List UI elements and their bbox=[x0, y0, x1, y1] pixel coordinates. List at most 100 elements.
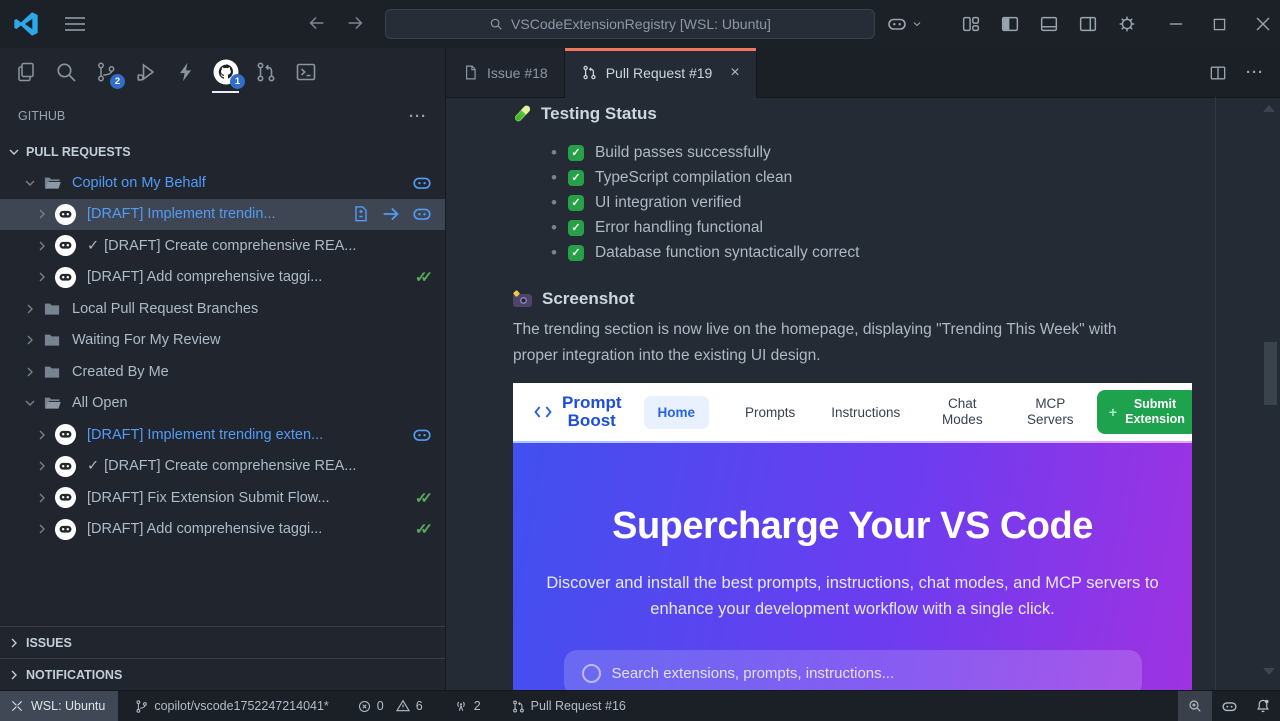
activity-search-button[interactable] bbox=[52, 54, 79, 90]
tree-item[interactable]: [DRAFT] Implement trendin... bbox=[0, 199, 445, 231]
sidebar-more-actions-button[interactable]: ··· bbox=[409, 108, 427, 125]
section-notifications[interactable]: NOTIFICATIONS bbox=[0, 658, 445, 690]
test-tube-icon bbox=[513, 105, 531, 123]
bullet-icon: • bbox=[551, 218, 557, 238]
editor-more-actions-button[interactable]: ··· bbox=[1246, 64, 1264, 81]
tree-item[interactable]: [DRAFT] Add comprehensive taggi...✓✓ bbox=[0, 262, 445, 294]
chevron-down-icon bbox=[20, 395, 40, 411]
tab-label: Issue #18 bbox=[487, 65, 548, 81]
pull-request-icon bbox=[511, 699, 526, 714]
tree-item[interactable]: ✓[DRAFT] Create comprehensive REA... bbox=[0, 451, 445, 483]
activity-run-debug-button[interactable] bbox=[132, 54, 159, 90]
tree-item[interactable]: Created By Me bbox=[0, 356, 445, 388]
activity-github-button[interactable]: 1 bbox=[212, 54, 239, 90]
split-editor-button[interactable] bbox=[1208, 63, 1228, 83]
menu-hamburger-icon[interactable] bbox=[64, 16, 86, 32]
ports-indicator[interactable]: 2 bbox=[445, 698, 489, 714]
embed-nav-mcp-servers: MCPServers bbox=[1024, 396, 1076, 428]
screenshot-heading: Screenshot bbox=[513, 289, 1280, 309]
command-center-search[interactable]: VSCodeExtensionRegistry [WSL: Ubuntu] bbox=[385, 9, 875, 39]
settings-gear-icon[interactable] bbox=[1116, 13, 1138, 35]
chevron-down-icon bbox=[6, 144, 22, 160]
folder-icon bbox=[42, 173, 62, 193]
tree-item[interactable]: [DRAFT] Fix Extension Submit Flow...✓✓ bbox=[0, 482, 445, 514]
toggle-panel-button[interactable] bbox=[1038, 13, 1060, 35]
zoom-indicator[interactable] bbox=[1178, 691, 1212, 721]
window-close-button[interactable] bbox=[1256, 17, 1270, 31]
copilot-avatar bbox=[54, 486, 77, 509]
notifications-bell-button[interactable] bbox=[1246, 691, 1280, 721]
checked-checkbox-icon: ✓ bbox=[568, 170, 584, 186]
copilot-status-button[interactable] bbox=[1212, 691, 1246, 721]
copilot-avatar bbox=[54, 266, 77, 289]
embed-nav-home: Home bbox=[644, 396, 710, 429]
branch-indicator[interactable]: copilot/vscode1752247214041* bbox=[126, 699, 336, 714]
tab-close-button[interactable]: × bbox=[730, 64, 739, 82]
window-minimize-button[interactable] bbox=[1169, 17, 1183, 31]
scrollbar-down-arrow[interactable] bbox=[1263, 668, 1275, 675]
activity-source-control-button[interactable]: 2 bbox=[92, 54, 119, 90]
checked-checkbox-icon: ✓ bbox=[568, 220, 584, 236]
testing-status-heading: Testing Status bbox=[513, 104, 1280, 124]
scrollbar-up-arrow[interactable] bbox=[1263, 105, 1275, 112]
sidebar: 21 GITHUB ··· PULL REQUESTS Copilot on M… bbox=[0, 48, 446, 690]
tree-item[interactable]: ✓[DRAFT] Create comprehensive REA... bbox=[0, 230, 445, 262]
tree-item-actions: ✓✓ bbox=[415, 520, 433, 538]
activity-explorer-button[interactable] bbox=[12, 54, 39, 90]
checklist-item-label: Error handling functional bbox=[595, 219, 763, 237]
tree-item[interactable]: Copilot on My Behalf bbox=[0, 167, 445, 199]
activity-copilot-zap-button[interactable] bbox=[172, 54, 199, 90]
tree-item-label: [DRAFT] Implement trendin... bbox=[87, 206, 276, 222]
warning-icon bbox=[395, 698, 411, 714]
copilot-avatar bbox=[54, 518, 77, 541]
activity-terminal-button[interactable] bbox=[292, 54, 319, 90]
toggle-secondary-sidebar-button[interactable] bbox=[1077, 13, 1099, 35]
copilot-menu-button[interactable] bbox=[885, 12, 923, 36]
title-bar: VSCodeExtensionRegistry [WSL: Ubuntu] bbox=[0, 0, 1280, 48]
nav-back-button[interactable] bbox=[306, 12, 328, 34]
chevron-right-icon bbox=[20, 364, 40, 380]
tree-item[interactable]: All Open bbox=[0, 388, 445, 420]
section-issues[interactable]: ISSUES bbox=[0, 626, 445, 658]
toggle-primary-sidebar-button[interactable] bbox=[999, 13, 1021, 35]
chevron-right-icon bbox=[6, 667, 22, 683]
chevron-right-icon bbox=[32, 238, 52, 254]
embed-hero-subtitle: Discover and install the best prompts, i… bbox=[540, 570, 1165, 622]
chevron-right-icon bbox=[32, 269, 52, 285]
chevron-right-icon bbox=[32, 206, 52, 222]
pr-status-indicator[interactable]: Pull Request #16 bbox=[503, 699, 634, 714]
chevron-right-icon bbox=[6, 635, 22, 651]
tree-item[interactable]: Local Pull Request Branches bbox=[0, 293, 445, 325]
window-maximize-button[interactable] bbox=[1213, 18, 1226, 31]
tree-item[interactable]: [DRAFT] Add comprehensive taggi... ✓✓ bbox=[0, 514, 445, 546]
nav-forward-button[interactable] bbox=[344, 12, 366, 34]
tab-issue-18[interactable]: Issue #18 bbox=[446, 48, 565, 97]
folder-icon bbox=[42, 330, 62, 350]
code-brackets-icon bbox=[533, 402, 553, 422]
folder-icon bbox=[42, 362, 62, 382]
section-pull-requests[interactable]: PULL REQUESTS bbox=[0, 136, 445, 167]
remote-icon bbox=[10, 699, 24, 713]
git-branch-icon bbox=[134, 699, 149, 714]
bullet-icon: • bbox=[551, 168, 557, 188]
tree-item[interactable]: Waiting For My Review bbox=[0, 325, 445, 357]
problems-indicator[interactable]: 0 6 bbox=[349, 698, 431, 714]
tab-label: Pull Request #19 bbox=[606, 65, 713, 81]
explorer-icon bbox=[14, 60, 38, 84]
copilot-icon bbox=[411, 203, 433, 225]
remote-indicator[interactable]: WSL: Ubuntu bbox=[0, 691, 118, 721]
customize-layout-button[interactable] bbox=[960, 13, 982, 35]
checks-passed-icon: ✓✓ bbox=[415, 489, 433, 507]
scrollbar-thumb[interactable] bbox=[1264, 342, 1277, 405]
copilot-avatar bbox=[54, 455, 77, 478]
checks-passed-icon: ✓✓ bbox=[415, 268, 433, 286]
pr-screenshot-image[interactable]: Prompt Boost HomePromptsInstructionsChat… bbox=[513, 383, 1192, 690]
activity-pull-requests-button[interactable] bbox=[252, 54, 279, 90]
tree-item[interactable]: [DRAFT] Implement trending exten... bbox=[0, 419, 445, 451]
checks-passed-icon: ✓✓ bbox=[415, 520, 433, 538]
tab-pull-request-19[interactable]: Pull Request #19 × bbox=[565, 48, 757, 98]
run-debug-icon bbox=[134, 60, 158, 84]
search-icon bbox=[54, 60, 78, 84]
bullet-icon: • bbox=[551, 243, 557, 263]
tree-item-label: [DRAFT] Add comprehensive taggi... bbox=[87, 521, 322, 537]
